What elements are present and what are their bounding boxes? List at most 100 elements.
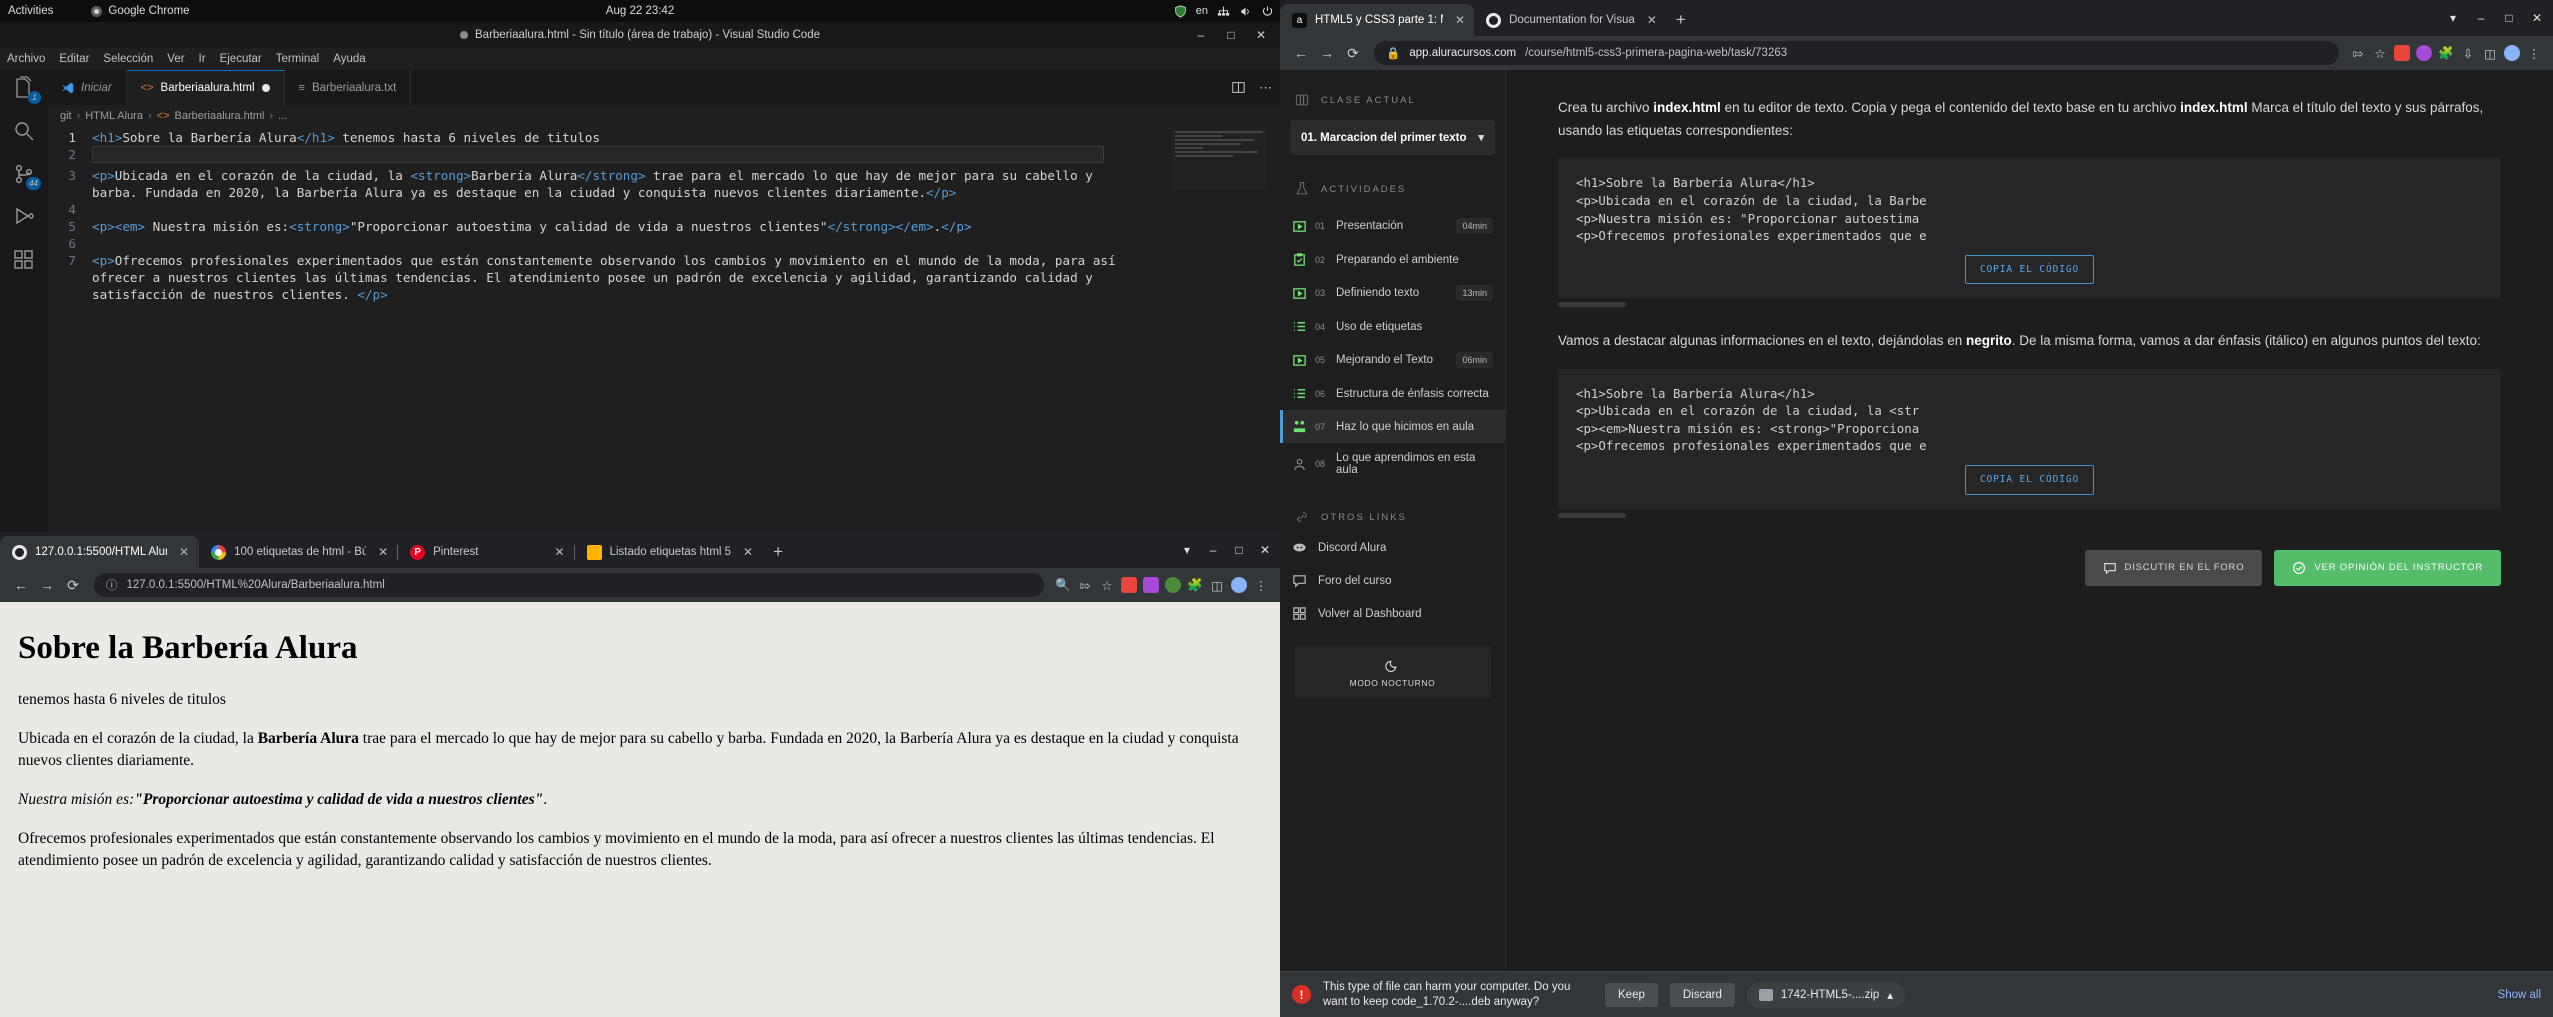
menu-ver[interactable]: Ver: [167, 53, 184, 65]
more-actions-icon[interactable]: ⋯: [1259, 80, 1272, 96]
split-editor-icon[interactable]: [1232, 81, 1245, 94]
downloads-icon[interactable]: ⇩: [2457, 46, 2479, 61]
extension-purple-icon[interactable]: [1143, 577, 1159, 593]
forward-icon[interactable]: →: [1314, 45, 1340, 61]
share-icon[interactable]: ⇰: [2347, 46, 2369, 61]
code-sample-2-scrollbar[interactable]: [1558, 512, 1626, 518]
reload-icon[interactable]: ⟳: [1340, 45, 1366, 62]
close-tab-icon[interactable]: ✕: [555, 545, 565, 559]
close-tab-icon[interactable]: ✕: [179, 545, 189, 559]
activity-item-uso-etiquetas[interactable]: 04 Uso de etiquetas: [1280, 310, 1505, 343]
explorer-icon[interactable]: 1: [12, 76, 41, 104]
back-icon[interactable]: ←: [1288, 45, 1314, 61]
address-bar[interactable]: ⓘ 127.0.0.1:5500/HTML%20Alura/Barberiaal…: [94, 573, 1044, 597]
breadcrumb-folder[interactable]: HTML Alura: [85, 110, 143, 122]
minimize-button[interactable]: –: [1200, 543, 1226, 557]
minimize-button[interactable]: –: [2467, 11, 2495, 25]
page-info-icon[interactable]: ⓘ: [106, 577, 118, 593]
chevron-down-icon[interactable]: ▾: [1478, 131, 1484, 144]
maximize-button[interactable]: □: [1226, 543, 1252, 557]
close-tab-icon[interactable]: ✕: [1647, 13, 1657, 27]
tab-search-icon[interactable]: ▾: [1174, 543, 1200, 557]
tab-google-search[interactable]: 100 etiquetas de html - Bú ✕: [199, 536, 399, 568]
close-button[interactable]: ✕: [1246, 22, 1276, 48]
tab-pinterest[interactable]: P Pinterest ✕: [398, 536, 575, 568]
share-icon[interactable]: ⇰: [1074, 578, 1096, 593]
lock-icon[interactable]: 🔒: [1386, 46, 1400, 60]
shield-icon[interactable]: [1174, 4, 1187, 18]
tab-barberiaalura-txt[interactable]: ≡ Barberiaalura.txt: [284, 70, 412, 105]
menu-ejecutar[interactable]: Ejecutar: [220, 53, 262, 65]
extensions-puzzle-icon[interactable]: 🧩: [2435, 46, 2457, 61]
reload-icon[interactable]: ⟳: [60, 577, 86, 594]
breadcrumb-symbols[interactable]: ...: [278, 110, 287, 122]
sidebar-icon[interactable]: ◫: [2479, 46, 2501, 61]
instructor-opinion-button[interactable]: VER OPINIÓN DEL INSTRUCTOR: [2274, 549, 2501, 586]
menu-seleccion[interactable]: Selección: [103, 53, 153, 65]
code-text[interactable]: <h1>Sobre la Barbería Alura</h1> tenemos…: [92, 129, 600, 146]
new-tab-button[interactable]: +: [763, 542, 793, 568]
volume-icon[interactable]: [1239, 5, 1252, 18]
activity-item-preparando-ambiente[interactable]: 02 Preparando el ambiente: [1280, 243, 1505, 276]
copy-code-button-2[interactable]: COPIA EL CÓDIGO: [1964, 465, 2095, 495]
bookmark-star-icon[interactable]: ☆: [2369, 46, 2391, 61]
menu-ayuda[interactable]: Ayuda: [333, 53, 365, 65]
download-item-chip[interactable]: 1742-HTML5-....zip ▴: [1746, 981, 1906, 1008]
activities-button[interactable]: Activities: [8, 5, 53, 17]
menu-terminal[interactable]: Terminal: [276, 53, 319, 65]
back-icon[interactable]: ←: [8, 577, 34, 593]
discuss-forum-button[interactable]: DISCUTIR EN EL FORO: [2084, 549, 2263, 586]
zoom-icon[interactable]: 🔍: [1052, 578, 1074, 593]
copy-code-button-1[interactable]: COPIA EL CÓDIGO: [1964, 254, 2095, 285]
source-control-icon[interactable]: 44: [12, 162, 41, 190]
code-text[interactable]: <p><em> Nuestra misión es:<strong>"Propo…: [92, 218, 972, 235]
tab-listado-etiquetas[interactable]: Listado etiquetas html 5 ✕: [575, 536, 764, 568]
activity-item-mejorando-texto[interactable]: 05 Mejorando el Texto 06min: [1280, 343, 1505, 377]
keep-download-button[interactable]: Keep: [1605, 982, 1658, 1007]
night-mode-toggle[interactable]: MODO NOCTURNO: [1294, 646, 1491, 698]
tab-vscode-docs[interactable]: Documentation for Visua ✕: [1474, 4, 1666, 36]
extension-purple-icon[interactable]: [2416, 45, 2432, 61]
activity-item-lo-que-aprendimos[interactable]: 08 Lo que aprendimos en esta aula: [1280, 443, 1505, 485]
maximize-button[interactable]: □: [2495, 11, 2523, 25]
unsaved-dot-icon[interactable]: [261, 84, 270, 92]
close-tab-icon[interactable]: ✕: [1455, 13, 1465, 27]
new-tab-button[interactable]: +: [1666, 10, 1696, 36]
tab-local-preview[interactable]: 127.0.0.1:5500/HTML Alur ✕: [0, 536, 200, 568]
breadcrumb-file[interactable]: Barberiaalura.html: [175, 110, 265, 122]
chrome-menu-icon[interactable]: ⋮: [1250, 578, 1272, 593]
activity-item-estructura-enfasis[interactable]: 06 Estructura de énfasis correcta: [1280, 377, 1505, 410]
tab-search-icon[interactable]: ▾: [2439, 11, 2467, 25]
close-tab-icon[interactable]: ✕: [743, 545, 753, 559]
code-sample-2[interactable]: <h1>Sobre la Barbería Alura</h1> <p>Ubic…: [1558, 368, 2501, 509]
close-button[interactable]: ✕: [1252, 543, 1278, 557]
discard-download-button[interactable]: Discard: [1669, 982, 1735, 1007]
extension-green-icon[interactable]: [1165, 577, 1181, 593]
extensions-icon[interactable]: [12, 248, 36, 272]
current-class-selector[interactable]: 01. Marcacion del primer texto ▾: [1290, 120, 1495, 155]
address-bar[interactable]: 🔒 app.aluracursos.com/course/html5-css3-…: [1374, 41, 2339, 65]
menu-editar[interactable]: Editar: [59, 53, 89, 65]
menu-archivo[interactable]: Archivo: [7, 53, 45, 65]
menu-ir[interactable]: Ir: [199, 53, 206, 65]
extension-red-icon[interactable]: [2394, 45, 2410, 61]
chrome-menu-icon[interactable]: ⋮: [2523, 46, 2545, 61]
activity-item-haz-lo-que-hicimos[interactable]: 07 Haz lo que hicimos en aula: [1280, 410, 1505, 443]
code-text[interactable]: <p>Ofrecemos profesionales experimentado…: [92, 252, 1122, 303]
activity-item-presentacion[interactable]: 01 Presentación 04min: [1280, 209, 1505, 243]
code-sample-1-scrollbar[interactable]: [1558, 302, 1626, 308]
sidebar-icon[interactable]: ◫: [1206, 578, 1228, 593]
keyboard-layout[interactable]: en: [1196, 5, 1208, 17]
network-icon[interactable]: [1217, 5, 1230, 18]
extensions-puzzle-icon[interactable]: 🧩: [1184, 578, 1206, 593]
tab-barberiaalura-html[interactable]: <> Barberiaalura.html: [126, 70, 285, 105]
extension-red-icon[interactable]: [1121, 577, 1137, 593]
chevron-up-icon[interactable]: ▴: [1887, 988, 1893, 1002]
code-text[interactable]: <p>Ubicada en el corazón de la ciudad, l…: [92, 167, 1122, 201]
tab-alura-course[interactable]: a HTML5 y CSS3 parte 1: Mi ✕: [1280, 4, 1475, 36]
clock[interactable]: Aug 22 23:42: [606, 5, 674, 17]
link-item-forum[interactable]: Foro del curso: [1280, 564, 1505, 597]
maximize-button[interactable]: □: [1216, 22, 1246, 48]
profile-avatar[interactable]: [2504, 45, 2520, 61]
profile-avatar[interactable]: [1231, 577, 1247, 593]
